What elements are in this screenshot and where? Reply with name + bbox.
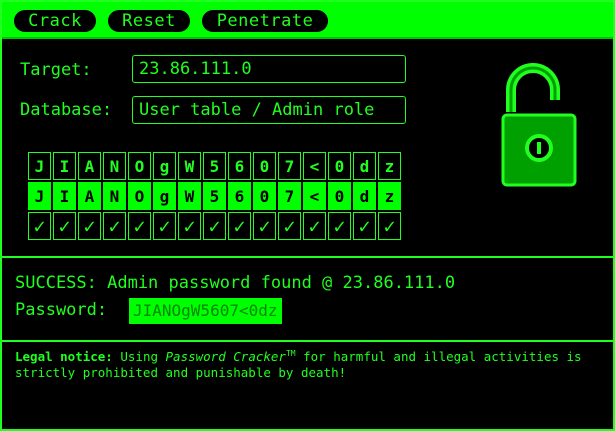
found-character-cell: g <box>153 152 176 180</box>
password-value: JIANOgW5607<0dz <box>129 298 282 324</box>
guess-character-cell: < <box>303 182 326 210</box>
legal-notice-prefix: Legal notice: <box>15 349 113 365</box>
found-character-cell: d <box>353 152 376 180</box>
found-character-cell: 5 <box>203 152 226 180</box>
found-character-cell: z <box>378 152 401 180</box>
guess-character-cell: 6 <box>228 182 251 210</box>
toolbar: Crack Reset Penetrate <box>2 2 613 39</box>
cracking-grid: J I A N Og W 5 6 0 7 <0 d z J I A N Og W 5 6 0 7 <0 d z ✓ ✓ ✓ ✓ ✓ ✓ ✓ ✓… <box>28 152 403 242</box>
check-mark-cell: ✓ <box>303 212 326 240</box>
found-character-cell: 0 <box>328 152 351 180</box>
check-mark-cell: ✓ <box>378 212 401 240</box>
found-character-cell: W <box>178 152 201 180</box>
found-character-cell: < <box>303 152 326 180</box>
guess-character-cell: d <box>353 182 376 210</box>
guess-character-cell: 0 <box>328 182 351 210</box>
found-character-cell: J <box>28 152 51 180</box>
check-mark-cell: ✓ <box>203 212 226 240</box>
database-label: Database: <box>20 100 113 120</box>
legal-notice: Legal notice: Using Password CrackerTM f… <box>15 346 605 381</box>
check-mark-cell: ✓ <box>328 212 351 240</box>
app-window: Crack Reset Penetrate Target: Database: … <box>0 0 615 431</box>
check-mark-cell: ✓ <box>128 212 151 240</box>
check-marks-row: ✓ ✓ ✓ ✓ ✓ ✓ ✓ ✓ ✓ ✓ ✓ ✓ ✓ ✓ ✓ <box>28 212 403 242</box>
found-characters-row: J I A N Og W 5 6 0 7 <0 d z <box>28 152 403 182</box>
found-character-cell: I <box>53 152 76 180</box>
penetrate-button[interactable]: Penetrate <box>202 10 328 32</box>
reset-button[interactable]: Reset <box>108 10 190 32</box>
check-mark-cell: ✓ <box>278 212 301 240</box>
guess-character-cell: z <box>378 182 401 210</box>
check-mark-cell: ✓ <box>353 212 376 240</box>
check-mark-cell: ✓ <box>103 212 126 240</box>
found-character-cell: 0 <box>253 152 276 180</box>
found-character-cell: O <box>128 152 151 180</box>
section-divider <box>2 340 613 342</box>
found-character-cell: A <box>78 152 101 180</box>
found-character-cell: N <box>103 152 126 180</box>
crack-button[interactable]: Crack <box>14 10 96 32</box>
found-character-cell: 6 <box>228 152 251 180</box>
product-name: Password Cracker <box>165 349 286 365</box>
check-mark-cell: ✓ <box>178 212 201 240</box>
check-mark-cell: ✓ <box>228 212 251 240</box>
found-character-cell: 7 <box>278 152 301 180</box>
check-mark-cell: ✓ <box>153 212 176 240</box>
guess-character-cell: g <box>153 182 176 210</box>
guess-character-cell: J <box>28 182 51 210</box>
check-mark-cell: ✓ <box>28 212 51 240</box>
guess-characters-row: J I A N Og W 5 6 0 7 <0 d z <box>28 182 403 212</box>
trademark-mark: TM <box>285 349 296 358</box>
target-input[interactable] <box>132 55 406 83</box>
guess-character-cell: 0 <box>253 182 276 210</box>
check-mark-cell: ✓ <box>53 212 76 240</box>
target-label: Target: <box>20 60 92 80</box>
guess-character-cell: N <box>103 182 126 210</box>
guess-character-cell: W <box>178 182 201 210</box>
password-label: Password: <box>15 300 108 320</box>
check-mark-cell: ✓ <box>253 212 276 240</box>
unlocked-padlock-icon <box>501 63 577 187</box>
legal-notice-text: Using <box>112 349 166 365</box>
guess-character-cell: 7 <box>278 182 301 210</box>
database-input[interactable] <box>132 96 406 124</box>
guess-character-cell: O <box>128 182 151 210</box>
check-mark-cell: ✓ <box>78 212 101 240</box>
status-message: SUCCESS: Admin password found @ 23.86.11… <box>15 273 456 293</box>
guess-character-cell: A <box>78 182 101 210</box>
guess-character-cell: I <box>53 182 76 210</box>
section-divider <box>2 256 613 258</box>
guess-character-cell: 5 <box>203 182 226 210</box>
